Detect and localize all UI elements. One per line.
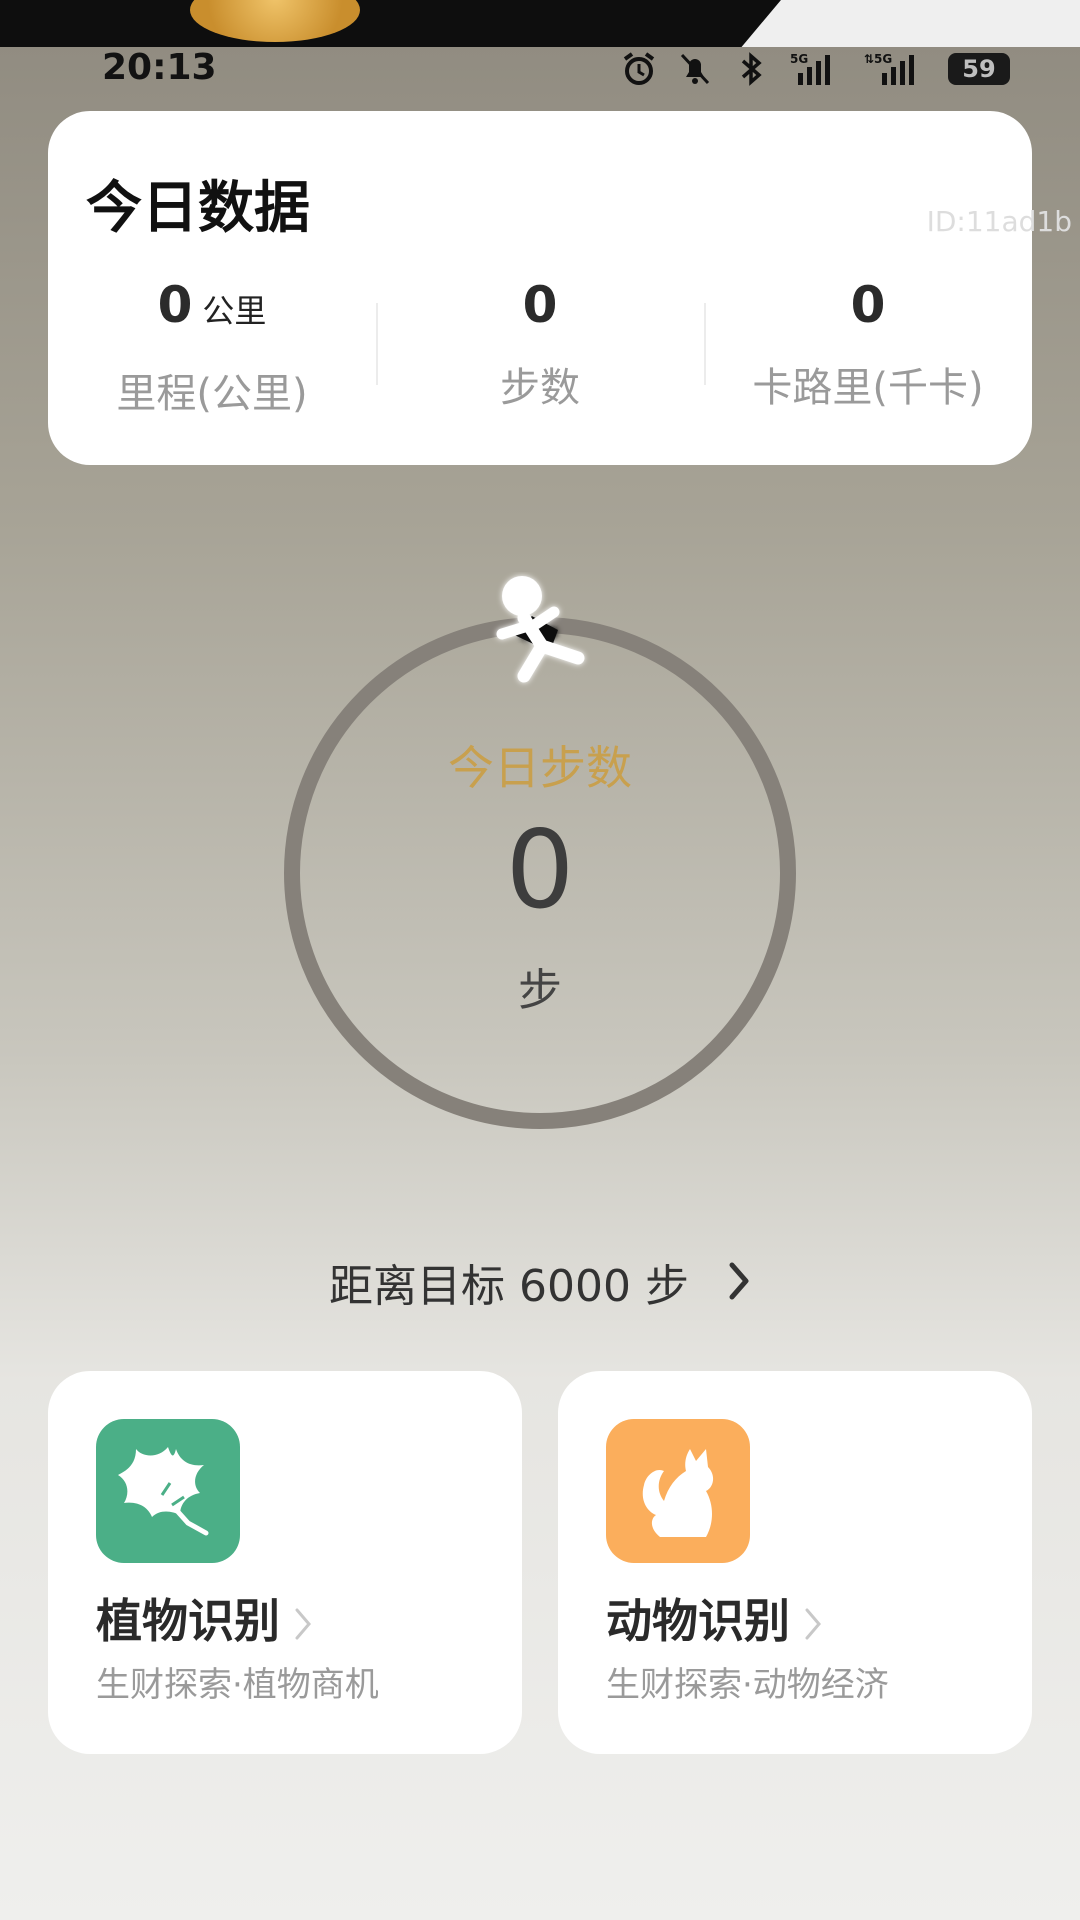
stat-steps-label: 步数 <box>500 365 580 411</box>
bluetooth-icon <box>741 52 762 86</box>
svg-text:5G: 5G <box>790 52 808 66</box>
runner-icon <box>496 576 585 683</box>
today-data-title: 今日数据 <box>86 176 310 241</box>
today-data-card: 今日数据 ID:11ad1b 0 公里 里程(公里) 0 步数 0 卡路里(千卡) <box>48 111 1072 465</box>
stat-steps-value: 0 <box>522 276 558 334</box>
chevron-right-icon <box>294 1598 312 1652</box>
signal-5g-data-icon: ⇅5G <box>864 52 914 85</box>
leaf-icon <box>96 1419 240 1563</box>
stat-calories-label: 卡路里(千卡) <box>752 365 984 411</box>
chevron-right-icon <box>804 1598 822 1652</box>
plant-recognition-title: 植物识别 <box>96 1585 312 1652</box>
today-steps-value: 0 <box>505 808 575 933</box>
battery-indicator: 59 <box>948 53 1010 85</box>
today-steps-label: 今日步数 <box>448 741 632 795</box>
chevron-right-icon <box>727 1261 751 1312</box>
stat-distance-unit: 公里 <box>202 292 267 330</box>
gear-decoration-icon <box>190 0 360 42</box>
banner-light-area <box>730 0 1080 47</box>
id-watermark: ID:11ad1b <box>926 205 1072 238</box>
animal-recognition-title: 动物识别 <box>606 1585 822 1652</box>
mute-bell-icon <box>680 53 710 85</box>
status-bar: 20:13 5G ⇅5G 59 <box>0 47 1080 99</box>
cat-icon <box>606 1419 750 1563</box>
stat-calories: 0 卡路里(千卡) <box>704 275 1032 425</box>
today-stats: 0 公里 里程(公里) 0 步数 0 卡路里(千卡) <box>48 275 1032 425</box>
plant-recognition-card[interactable]: 植物识别 生财探索·植物商机 <box>48 1371 522 1754</box>
animal-recognition-card[interactable]: 动物识别 生财探索·动物经济 <box>558 1371 1032 1754</box>
goal-text: 距离目标 6000 步 <box>329 1261 689 1312</box>
signal-5g-icon: 5G <box>790 52 830 85</box>
top-banner <box>0 0 1080 47</box>
status-time: 20:13 <box>102 47 217 88</box>
goal-link[interactable]: 距离目标 6000 步 <box>0 1250 1080 1314</box>
today-steps-unit: 步 <box>518 965 562 1016</box>
stat-steps: 0 步数 <box>376 275 704 425</box>
alarm-icon <box>623 52 655 85</box>
status-icons: 5G ⇅5G 59 <box>622 51 1010 87</box>
svg-text:⇅5G: ⇅5G <box>864 52 892 66</box>
stat-distance-value: 0 <box>157 276 193 334</box>
battery-level: 59 <box>962 55 996 83</box>
plant-recognition-subtitle: 生财探索·植物商机 <box>96 1665 379 1705</box>
stat-distance: 0 公里 里程(公里) <box>48 275 376 425</box>
animal-recognition-subtitle: 生财探索·动物经济 <box>606 1665 889 1705</box>
stat-calories-value: 0 <box>850 276 886 334</box>
stat-distance-label: 里程(公里) <box>116 371 308 417</box>
